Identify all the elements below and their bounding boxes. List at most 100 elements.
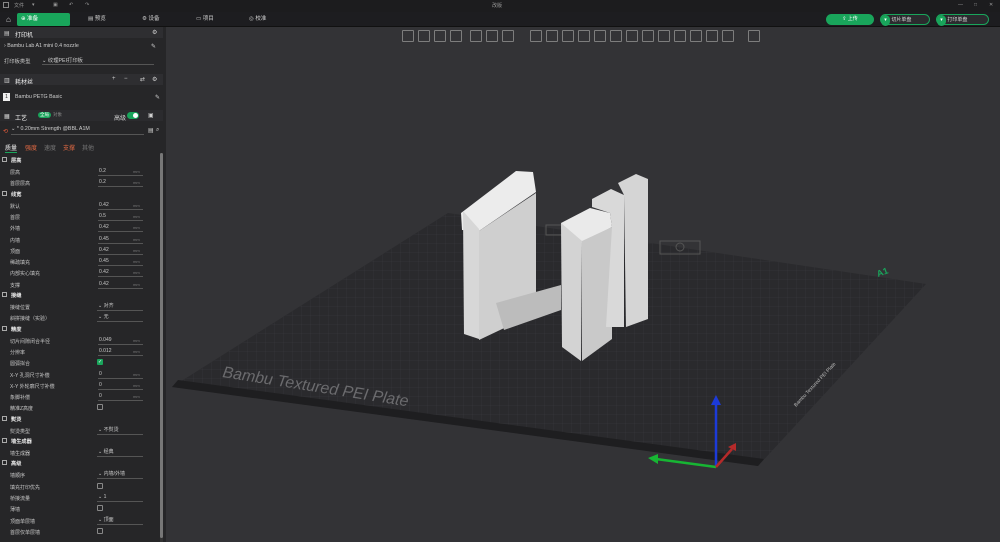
checkbox[interactable] xyxy=(97,527,103,534)
setting-row: 薄墙 xyxy=(0,503,160,514)
view-icon[interactable] xyxy=(722,30,734,42)
move-icon[interactable] xyxy=(530,30,542,42)
arrange-icon[interactable] xyxy=(450,30,462,42)
more-tools-icon[interactable] xyxy=(748,30,760,42)
file-menu[interactable]: 文件 xyxy=(14,2,24,9)
boolean-icon[interactable] xyxy=(706,30,718,42)
setting-value: 0.42 xyxy=(99,246,109,253)
process-preset-select[interactable]: ⌄ * 0.20mm Strength @BBL A1M xyxy=(11,126,144,135)
setting-value: 顶面 xyxy=(103,516,114,523)
subtab-support[interactable]: 支撑 xyxy=(63,143,75,152)
tab-calibration[interactable]: ◎ 校准 xyxy=(245,13,285,26)
search-icon[interactable]: ⌕ xyxy=(156,127,159,134)
setting-value-field[interactable]: ⌄ 顶面 xyxy=(97,516,143,525)
setting-value-field[interactable]: ⌄ 对齐 xyxy=(97,302,143,311)
object-toggle[interactable]: 对象 xyxy=(53,112,62,118)
slice-dropdown-icon[interactable]: ▾ xyxy=(881,15,890,26)
filament-color-swatch[interactable]: 1 xyxy=(3,93,10,101)
subtab-strength[interactable]: 强度 xyxy=(25,143,37,152)
setting-value-field[interactable]: ⌄ 1 xyxy=(97,493,143,502)
printer-preset[interactable]: › Bambu Lab A1 mini 0.4 nozzle xyxy=(4,43,154,49)
close-icon[interactable]: ✕ xyxy=(989,2,993,8)
redo-icon[interactable]: ↷ xyxy=(85,2,89,8)
settings-scrollbar-thumb[interactable] xyxy=(160,153,163,538)
group-icon xyxy=(2,157,7,162)
maximize-icon[interactable]: □ xyxy=(974,2,977,8)
text-icon[interactable] xyxy=(674,30,686,42)
setting-unit: mm xyxy=(133,348,140,354)
checkbox[interactable] xyxy=(97,404,103,411)
print-dropdown-icon[interactable]: ▾ xyxy=(937,15,946,26)
plate-type-select[interactable]: ⌄ 纹理PEI打印板 xyxy=(42,56,154,65)
3d-viewport[interactable]: Bambu Textured PEI Plate Bambu Textured … xyxy=(166,27,1000,542)
scale-icon[interactable] xyxy=(562,30,574,42)
support-paint-icon[interactable] xyxy=(610,30,622,42)
rotate-icon[interactable] xyxy=(546,30,558,42)
split-parts-icon[interactable] xyxy=(486,30,498,42)
setting-value-field[interactable]: ⌄ 经典 xyxy=(97,448,143,457)
color-paint-icon[interactable] xyxy=(642,30,654,42)
filament-section-header: ▥ 耗材丝 + − ⇄ ⚙ xyxy=(0,74,163,86)
filament-edit-icon[interactable]: ✎ xyxy=(155,94,160,101)
setting-unit: mm xyxy=(133,270,140,276)
variable-layer-icon[interactable] xyxy=(502,30,514,42)
group-icon xyxy=(2,415,7,421)
home-icon[interactable]: ⌂ xyxy=(2,13,14,26)
add-plate-icon[interactable] xyxy=(418,30,430,42)
subtab-quality[interactable]: 质量 xyxy=(5,143,18,153)
compare-icon[interactable]: ▣ xyxy=(148,112,154,119)
group-icon xyxy=(2,190,7,196)
filament-settings-icon[interactable]: ⚙ xyxy=(152,76,157,83)
setting-value: 0 xyxy=(99,370,102,377)
setting-value: 0.42 xyxy=(99,201,109,208)
add-model-icon[interactable] xyxy=(402,30,414,42)
printer-edit-icon[interactable]: ✎ xyxy=(151,43,156,50)
setting-label: 首层 xyxy=(10,214,21,221)
advanced-label: 高级 xyxy=(114,116,127,122)
advanced-switch[interactable] xyxy=(127,112,139,119)
save-preset-icon[interactable]: ▤ xyxy=(148,127,154,134)
setting-row: 墙顺序 ⌄ 内墙/外墙 xyxy=(0,469,160,480)
minimize-icon[interactable]: — xyxy=(958,2,963,8)
measure-icon[interactable] xyxy=(658,30,670,42)
remove-filament-icon[interactable]: − xyxy=(124,76,128,82)
checkbox-checked[interactable]: ✓ xyxy=(97,359,103,366)
setting-label: 熨烫类型 xyxy=(10,428,31,435)
setting-label: 首层仅单层墙 xyxy=(10,529,41,536)
checkbox[interactable] xyxy=(97,482,103,489)
settings-scrollbar-track[interactable] xyxy=(160,153,163,542)
sync-filament-icon[interactable]: ⇄ xyxy=(140,76,145,83)
print-plate-button[interactable]: ▾ 打印单盘 xyxy=(936,14,989,26)
tab-preview[interactable]: ▤ 预览 xyxy=(84,13,124,26)
undo-icon[interactable]: ↶ xyxy=(69,2,73,8)
global-toggle[interactable]: 全局 xyxy=(38,112,51,118)
project-icon: ▭ xyxy=(196,16,203,22)
subtab-speed[interactable]: 速度 xyxy=(44,143,56,152)
tab-project[interactable]: ▭ 项目 xyxy=(192,13,232,26)
subtab-others[interactable]: 其他 xyxy=(82,143,94,152)
tab-prepare[interactable]: ⊕ 准备 xyxy=(17,13,70,26)
filament-name[interactable]: Bambu PETG Basic xyxy=(15,94,62,100)
add-filament-icon[interactable]: + xyxy=(112,76,116,82)
lay-on-face-icon[interactable] xyxy=(578,30,590,42)
upload-button[interactable]: ⇪ 上传 xyxy=(826,14,874,25)
tab-device[interactable]: ⚙ 设备 xyxy=(138,13,178,26)
save-icon[interactable]: ▣ xyxy=(53,2,58,8)
orient-icon[interactable] xyxy=(434,30,446,42)
printer-settings-icon[interactable]: ⚙ xyxy=(152,29,157,36)
group-icon xyxy=(2,460,7,466)
x-arrow-icon xyxy=(648,454,658,464)
setting-row: 斜拼接缝（实验） ⌄ 无 xyxy=(0,312,160,323)
group-icon xyxy=(2,325,7,331)
assembly-icon[interactable] xyxy=(690,30,702,42)
slice-plate-button[interactable]: ▾ 切片单盘 xyxy=(880,14,930,26)
setting-value-field[interactable]: ⌄ 内墙/外墙 xyxy=(97,470,143,480)
seam-paint-icon[interactable] xyxy=(626,30,638,42)
setting-value-field[interactable]: ⌄ 不熨烫 xyxy=(97,426,143,435)
chevron-down-icon[interactable]: ▾ xyxy=(32,2,35,8)
switch-knob xyxy=(133,113,138,118)
cut-icon[interactable] xyxy=(594,30,606,42)
setting-value-field[interactable]: ⌄ 无 xyxy=(97,313,143,323)
checkbox[interactable] xyxy=(97,505,103,512)
split-objects-icon[interactable] xyxy=(470,30,482,42)
